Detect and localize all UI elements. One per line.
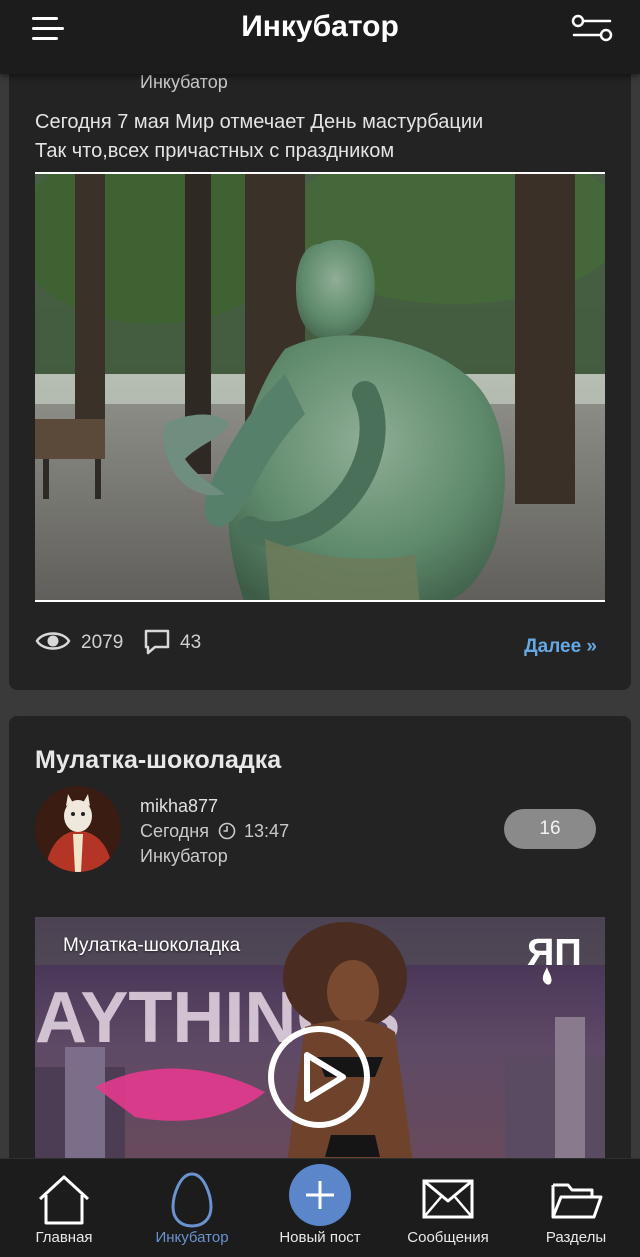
video-title: Мулатка-шоколадка xyxy=(63,935,241,956)
nav-label: Сообщения xyxy=(407,1229,489,1246)
author-name[interactable]: mikha877 xyxy=(140,796,218,817)
video-preview[interactable]: AYTHINGS Мулатка-шоколадка ЯП xyxy=(35,917,605,1177)
nav-messages[interactable]: Сообщения xyxy=(384,1159,512,1257)
post-title[interactable]: Мулатка-шоколадка xyxy=(35,746,281,775)
post-date-row: Сегодня 13:47 xyxy=(140,821,289,845)
nav-label: Разделы xyxy=(545,1229,607,1246)
nav-new-post[interactable]: Новый пост xyxy=(256,1159,384,1257)
watermark-logo: ЯП xyxy=(525,931,591,987)
play-icon xyxy=(268,1026,370,1128)
nav-incubator[interactable]: Инкубатор xyxy=(128,1159,256,1257)
home-icon xyxy=(38,1175,90,1225)
post-card[interactable]: Инкубатор Сегодня 7 мая Мир отмечает Ден… xyxy=(9,0,631,690)
envelope-icon xyxy=(422,1179,474,1219)
top-bar: Инкубатор xyxy=(0,0,640,74)
more-link[interactable]: Далее » xyxy=(524,636,597,658)
post-section[interactable]: Инкубатор xyxy=(140,846,228,867)
page-title: Инкубатор xyxy=(241,10,399,43)
comments-count: 43 xyxy=(180,632,202,653)
nav-sections[interactable]: Разделы xyxy=(512,1159,640,1257)
post-image[interactable] xyxy=(35,172,605,602)
filter-icon xyxy=(571,14,613,42)
views-icon xyxy=(35,626,71,662)
bottom-nav: Главная Инкубатор Новый пост Сообщения Р… xyxy=(0,1158,640,1257)
views-count: 2079 xyxy=(81,632,124,653)
nav-label: Инкубатор xyxy=(155,1229,229,1246)
post-text-line: Сегодня 7 мая Мир отмечает День мастурба… xyxy=(35,111,484,133)
plus-icon xyxy=(289,1164,351,1226)
filter-button[interactable] xyxy=(570,12,614,44)
statue-photo xyxy=(35,174,605,600)
post-text: Сегодня 7 мая Мир отмечает День мастурба… xyxy=(35,108,483,166)
post-section[interactable]: Инкубатор xyxy=(140,72,228,93)
post-date: Сегодня xyxy=(140,821,209,841)
play-button[interactable] xyxy=(267,1025,371,1129)
nav-label: Главная xyxy=(35,1229,93,1246)
folder-icon xyxy=(551,1183,603,1219)
nav-label: Новый пост xyxy=(279,1229,361,1246)
post-text-line: Так что,всех причастных с праздником xyxy=(35,140,395,162)
svg-text:ЯП: ЯП xyxy=(527,932,582,974)
app-root: Инкубатор Сегодня 7 мая Мир отмечает Ден… xyxy=(0,0,640,1257)
post-time: 13:47 xyxy=(244,821,290,841)
egg-icon xyxy=(171,1172,213,1228)
author-avatar[interactable] xyxy=(35,786,121,872)
clock-icon xyxy=(218,822,236,845)
comments-icon xyxy=(143,628,171,662)
rating-pill[interactable]: 16 xyxy=(504,809,596,849)
nav-home[interactable]: Главная xyxy=(0,1159,128,1257)
